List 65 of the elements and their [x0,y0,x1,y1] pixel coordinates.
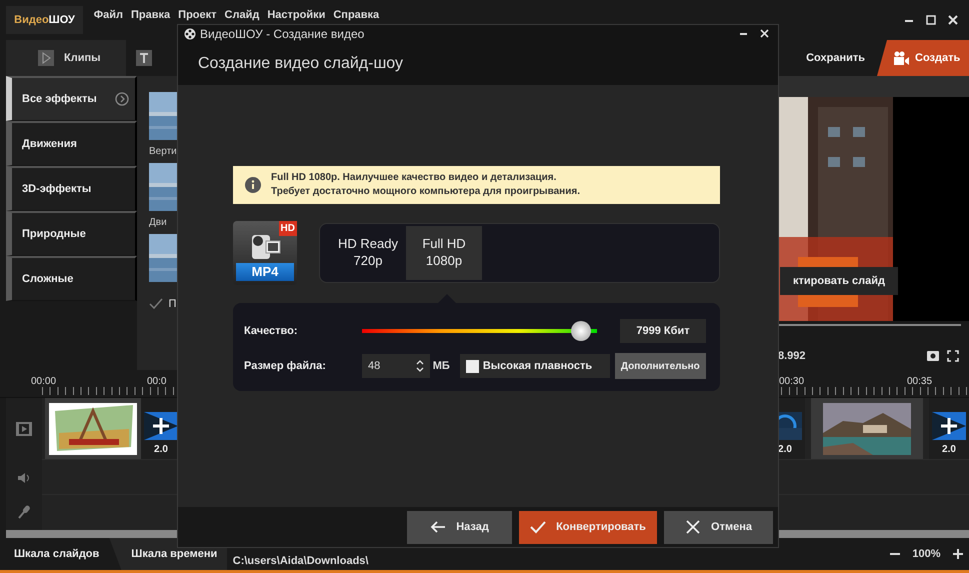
duration-label: 2.0 [942,443,956,457]
menu-item[interactable]: Проект [178,9,217,21]
create-button[interactable]: Создать [877,40,969,76]
cancel-button[interactable]: Отмена [664,510,773,544]
film-reel-icon [184,28,196,40]
snapshot-icon[interactable] [927,351,939,362]
file-size-field[interactable]: 48 [362,354,430,378]
duration-label: 2.0 [154,443,168,457]
slider-thumb[interactable] [570,321,591,341]
play-icon [38,50,54,66]
file-path: C:\users\Aida\Downloads\ [232,554,368,569]
info-icon [245,177,261,193]
time-label: 00:0 [147,375,166,389]
clips-tab[interactable]: Клипы [6,40,126,76]
sidebar-item[interactable]: Сложные [6,256,137,301]
microphone-icon [17,504,31,520]
info-text: Full HD 1080p. Наилучшее качество видео и детализация. Требует достаточно мощного компьютера для проигрывания. [271,171,580,199]
menu-item[interactable]: Правка [131,9,170,21]
logo: ВидеоШОУ [6,6,83,34]
sidebar-item[interactable]: Все эффекты [6,76,137,121]
smoothness-checkbox[interactable]: Высокая плавность [460,354,610,378]
save-button[interactable]: Сохранить [794,40,877,76]
speaker-icon [17,472,31,484]
resolution-option[interactable]: Full HD 1080p [406,226,482,280]
time-label: 00:35 [907,375,932,389]
check-icon [149,298,163,310]
sidebar-item[interactable]: Природные [6,211,137,256]
close-icon [685,520,702,534]
menu-item[interactable]: Слайд [224,9,260,21]
file-size-label: Размер файла: [244,358,327,374]
time-label: 00:30 [779,375,804,389]
zoom-in-icon[interactable] [952,548,964,560]
time-display: 8.992 [778,349,806,364]
film-icon [16,422,32,436]
resolution-option[interactable]: HD Ready 720p [330,226,406,280]
format-icon[interactable]: HD MP4 [233,221,297,285]
unit-label: МБ [432,358,450,374]
chevron-circle-icon [115,92,129,106]
spinner-arrows-icon[interactable] [416,359,424,373]
text-icon[interactable] [136,50,152,66]
thumbnail-caption: Дви [149,216,167,230]
apply-label[interactable]: П [168,296,176,312]
duration-label: 2.0 [778,443,792,457]
check-icon [530,520,546,534]
thumbnail-caption: Верти [149,145,177,159]
dialog-title: ВидеоШОУ - Создание видео [200,26,364,43]
back-button[interactable]: Назад [407,510,512,544]
sidebar-item[interactable]: Движения [6,121,137,166]
fullscreen-icon[interactable] [947,350,959,362]
advanced-button[interactable]: Дополнительно [614,353,706,379]
transition-icon[interactable] [144,412,178,440]
menu-item[interactable]: Настройки [267,9,326,21]
menu-item[interactable]: Файл [94,9,124,21]
edit-slide-button[interactable]: ктировать слайд [780,267,898,295]
convert-button[interactable]: Конвертировать [519,510,657,544]
quality-label: Качество: [244,324,299,339]
bitrate-reading: 7999 Кбит [620,319,706,343]
menu-item[interactable]: Справка [333,9,380,21]
camera-icon [893,51,909,65]
arrow-left-icon [430,520,446,534]
zoom-level: 100% [912,546,940,562]
sidebar-item[interactable]: 3D-эффекты [6,166,137,211]
transition-icon[interactable] [932,412,966,440]
dialog-heading: Создание видео слайд-шоу [178,43,778,85]
time-label: 00:00 [31,375,56,389]
